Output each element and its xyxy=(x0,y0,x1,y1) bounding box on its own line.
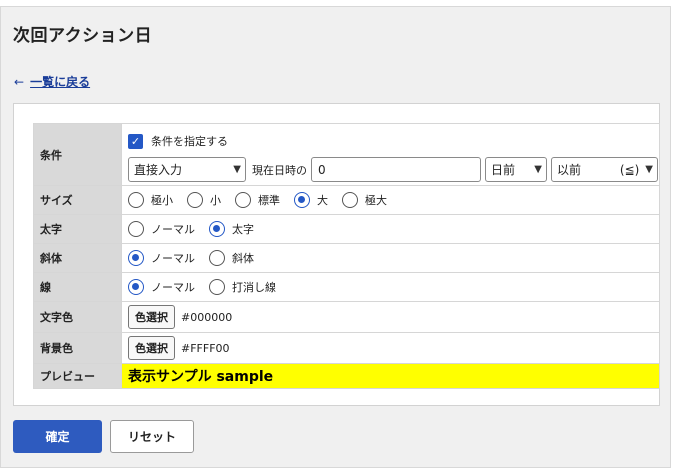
compare-select[interactable]: 以前 (≦) ▼ xyxy=(551,157,658,182)
confirm-button[interactable]: 確定 xyxy=(13,420,102,453)
condition-label: 条件 xyxy=(33,123,122,186)
settings-panel: 条件 ✓ 条件を指定する 直接入力 ▼ 現在日時の 0 日前 ▼ 以前 (≦) … xyxy=(13,103,660,406)
radio-selected-icon xyxy=(209,221,225,237)
size-option-l[interactable]: 大 xyxy=(294,192,328,208)
chevron-down-icon: ▼ xyxy=(645,164,653,175)
text-color-row: 文字色 色選択 #000000 xyxy=(33,301,660,333)
size-option-xl[interactable]: 極大 xyxy=(342,192,387,208)
radio-selected-icon xyxy=(128,250,144,266)
size-label: サイズ xyxy=(33,185,122,215)
line-option-label: ノーマル xyxy=(151,281,195,294)
condition-checkbox-label: 条件を指定する xyxy=(151,135,228,148)
days-number-value: 0 xyxy=(318,162,326,177)
italic-option-label: ノーマル xyxy=(151,252,195,265)
condition-content: ✓ 条件を指定する 直接入力 ▼ 現在日時の 0 日前 ▼ 以前 (≦) ▼ xyxy=(121,123,660,186)
line-label: 線 xyxy=(33,272,122,302)
italic-label: 斜体 xyxy=(33,243,122,273)
line-option-label: 打消し線 xyxy=(232,281,276,294)
radio-icon xyxy=(128,221,144,237)
compare-value: 以前 xyxy=(557,163,582,177)
size-row: サイズ 極小 小 標準 大 極大 xyxy=(33,185,660,215)
base-text: 現在日時の xyxy=(252,163,307,177)
radio-selected-icon xyxy=(128,279,144,295)
italic-row: 斜体 ノーマル 斜体 xyxy=(33,243,660,273)
checkmark-icon: ✓ xyxy=(130,134,141,148)
unit-select[interactable]: 日前 ▼ xyxy=(485,157,547,182)
chevron-down-icon: ▼ xyxy=(233,164,241,175)
radio-icon xyxy=(128,192,144,208)
preview-text: 表示サンプル sample xyxy=(128,369,274,385)
bg-color-picker-button[interactable]: 色選択 xyxy=(128,336,175,360)
bg-color-content: 色選択 #FFFF00 xyxy=(121,332,660,364)
radio-icon xyxy=(342,192,358,208)
bold-option-normal[interactable]: ノーマル xyxy=(128,221,195,237)
bold-option-label: ノーマル xyxy=(151,223,195,236)
radio-selected-icon xyxy=(294,192,310,208)
size-option-label: 極大 xyxy=(365,194,387,207)
bold-option-bold[interactable]: 太字 xyxy=(209,221,254,237)
line-options: ノーマル 打消し線 xyxy=(121,272,660,302)
preview-row: プレビュー 表示サンプル sample xyxy=(33,363,660,389)
input-type-value: 直接入力 xyxy=(134,163,183,177)
compare-symbol: (≦) xyxy=(619,162,640,177)
preview-cell: 表示サンプル sample xyxy=(121,363,660,389)
bold-row: 太字 ノーマル 太字 xyxy=(33,214,660,244)
radio-icon xyxy=(209,279,225,295)
size-option-standard[interactable]: 標準 xyxy=(235,192,280,208)
line-option-normal[interactable]: ノーマル xyxy=(128,279,195,295)
bg-color-label: 背景色 xyxy=(33,332,122,364)
italic-options: ノーマル 斜体 xyxy=(121,243,660,273)
text-color-picker-button[interactable]: 色選択 xyxy=(128,305,175,329)
line-row: 線 ノーマル 打消し線 xyxy=(33,272,660,302)
italic-option-italic[interactable]: 斜体 xyxy=(209,250,254,266)
size-option-label: 標準 xyxy=(258,194,280,207)
back-to-list-link[interactable]: ← 一覧に戻る xyxy=(14,73,90,90)
bg-color-value: #FFFF00 xyxy=(181,341,230,355)
arrow-left-icon: ← xyxy=(14,74,25,89)
page-title: 次回アクション日 xyxy=(13,26,153,46)
italic-option-label: 斜体 xyxy=(232,252,254,265)
text-color-label: 文字色 xyxy=(33,301,122,333)
bg-color-row: 背景色 色選択 #FFFF00 xyxy=(33,332,660,364)
radio-icon xyxy=(187,192,203,208)
condition-row: 条件 ✓ 条件を指定する 直接入力 ▼ 現在日時の 0 日前 ▼ 以前 (≦) … xyxy=(33,123,660,186)
italic-option-normal[interactable]: ノーマル xyxy=(128,250,195,266)
page-container: 次回アクション日 ← 一覧に戻る 条件 ✓ 条件を指定する 直接入力 ▼ 現在日… xyxy=(0,6,671,468)
reset-button[interactable]: リセット xyxy=(110,420,194,453)
settings-table: 条件 ✓ 条件を指定する 直接入力 ▼ 現在日時の 0 日前 ▼ 以前 (≦) … xyxy=(33,123,660,389)
size-option-label: 小 xyxy=(210,194,221,207)
size-option-s[interactable]: 小 xyxy=(187,192,221,208)
text-color-content: 色選択 #000000 xyxy=(121,301,660,333)
input-type-select[interactable]: 直接入力 ▼ xyxy=(128,157,246,182)
size-option-label: 極小 xyxy=(151,194,173,207)
text-color-value: #000000 xyxy=(181,310,233,324)
days-number-input[interactable]: 0 xyxy=(311,157,481,182)
size-option-label: 大 xyxy=(317,194,328,207)
back-link-label: 一覧に戻る xyxy=(30,75,91,89)
size-options: 極小 小 標準 大 極大 xyxy=(121,185,660,215)
condition-checkbox[interactable]: ✓ xyxy=(128,133,143,149)
unit-value: 日前 xyxy=(491,163,516,177)
bold-label: 太字 xyxy=(33,214,122,244)
radio-icon xyxy=(235,192,251,208)
preview-label: プレビュー xyxy=(33,363,122,389)
size-option-xs[interactable]: 極小 xyxy=(128,192,173,208)
bold-options: ノーマル 太字 xyxy=(121,214,660,244)
line-option-strikethrough[interactable]: 打消し線 xyxy=(209,279,276,295)
chevron-down-icon: ▼ xyxy=(534,164,542,175)
bold-option-label: 太字 xyxy=(232,223,254,236)
radio-icon xyxy=(209,250,225,266)
